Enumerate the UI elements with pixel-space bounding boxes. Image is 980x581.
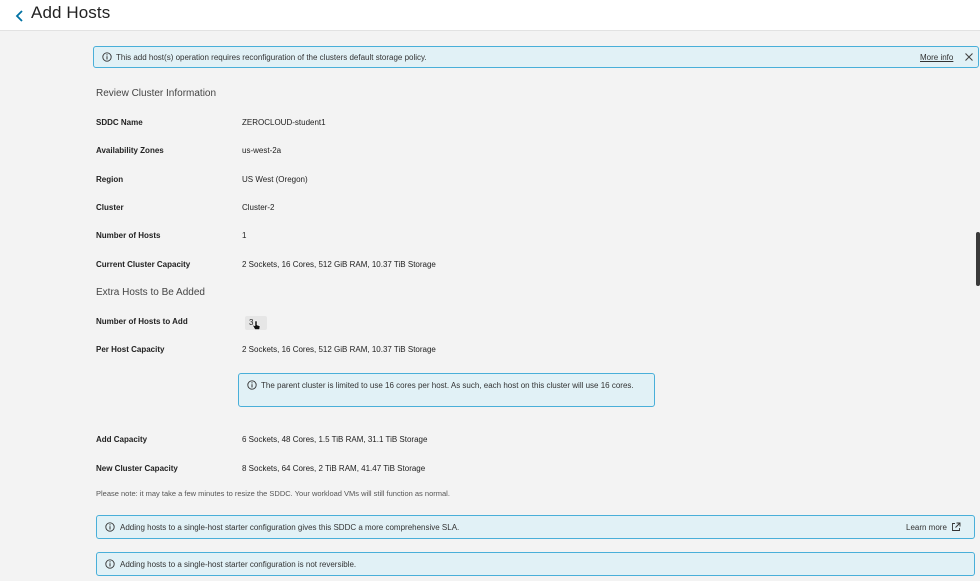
scrollbar-thumb[interactable]: [976, 232, 980, 286]
new-capacity-value: 8 Sockets, 64 Cores, 2 TiB RAM, 41.47 Ti…: [242, 464, 426, 473]
info-circle-icon: [247, 380, 257, 390]
review-section-title: Review Cluster Information: [96, 88, 217, 99]
sla-message: Adding hosts to a single-host starter co…: [120, 523, 460, 532]
new-capacity-label: New Cluster Capacity: [96, 464, 178, 473]
irreversible-alert: Adding hosts to a single-host starter co…: [96, 552, 975, 576]
learn-more-link[interactable]: Learn more: [906, 523, 947, 532]
info-circle-icon: [105, 522, 115, 532]
cores-limit-message: The parent cluster is limited to use 16 …: [261, 381, 634, 390]
number-of-hosts-value: 1: [242, 231, 247, 240]
info-circle-icon: [105, 559, 115, 569]
current-capacity-value: 2 Sockets, 16 Cores, 512 GiB RAM, 10.37 …: [242, 260, 436, 269]
info-circle-icon: [102, 52, 112, 62]
hosts-to-add-label: Number of Hosts to Add: [96, 317, 188, 326]
page-header: Add Hosts: [0, 0, 980, 31]
alert-message: This add host(s) operation requires reco…: [116, 53, 427, 62]
cluster-label: Cluster: [96, 203, 124, 212]
resize-note: Please note: it may take a few minutes t…: [96, 489, 450, 498]
availability-zones-label: Availability Zones: [96, 146, 164, 155]
storage-policy-alert: This add host(s) operation requires reco…: [93, 46, 979, 68]
cluster-value: Cluster-2: [242, 203, 275, 212]
irreversible-message: Adding hosts to a single-host starter co…: [120, 560, 357, 569]
extra-hosts-section-title: Extra Hosts to Be Added: [96, 287, 205, 298]
external-link-icon[interactable]: [951, 522, 961, 532]
add-capacity-label: Add Capacity: [96, 435, 148, 444]
current-capacity-label: Current Cluster Capacity: [96, 260, 191, 269]
region-label: Region: [96, 175, 124, 184]
sla-alert: Adding hosts to a single-host starter co…: [96, 515, 975, 539]
sddc-name-label: SDDC Name: [96, 118, 143, 127]
hosts-to-add-input[interactable]: 3: [245, 316, 267, 330]
page-title: Add Hosts: [31, 3, 111, 22]
sddc-name-value: ZEROCLOUD-student1: [242, 118, 326, 127]
close-icon[interactable]: [963, 51, 975, 63]
more-info-link[interactable]: More info: [920, 53, 953, 62]
chevron-left-icon[interactable]: [12, 8, 26, 24]
cores-limit-alert: The parent cluster is limited to use 16 …: [238, 373, 655, 407]
number-of-hosts-label: Number of Hosts: [96, 231, 161, 240]
region-value: US West (Oregon): [242, 175, 308, 184]
availability-zones-value: us-west-2a: [242, 146, 282, 155]
per-host-capacity-label: Per Host Capacity: [96, 345, 165, 354]
per-host-capacity-value: 2 Sockets, 16 Cores, 512 GiB RAM, 10.37 …: [242, 345, 436, 354]
add-capacity-value: 6 Sockets, 48 Cores, 1.5 TiB RAM, 31.1 T…: [242, 435, 428, 444]
